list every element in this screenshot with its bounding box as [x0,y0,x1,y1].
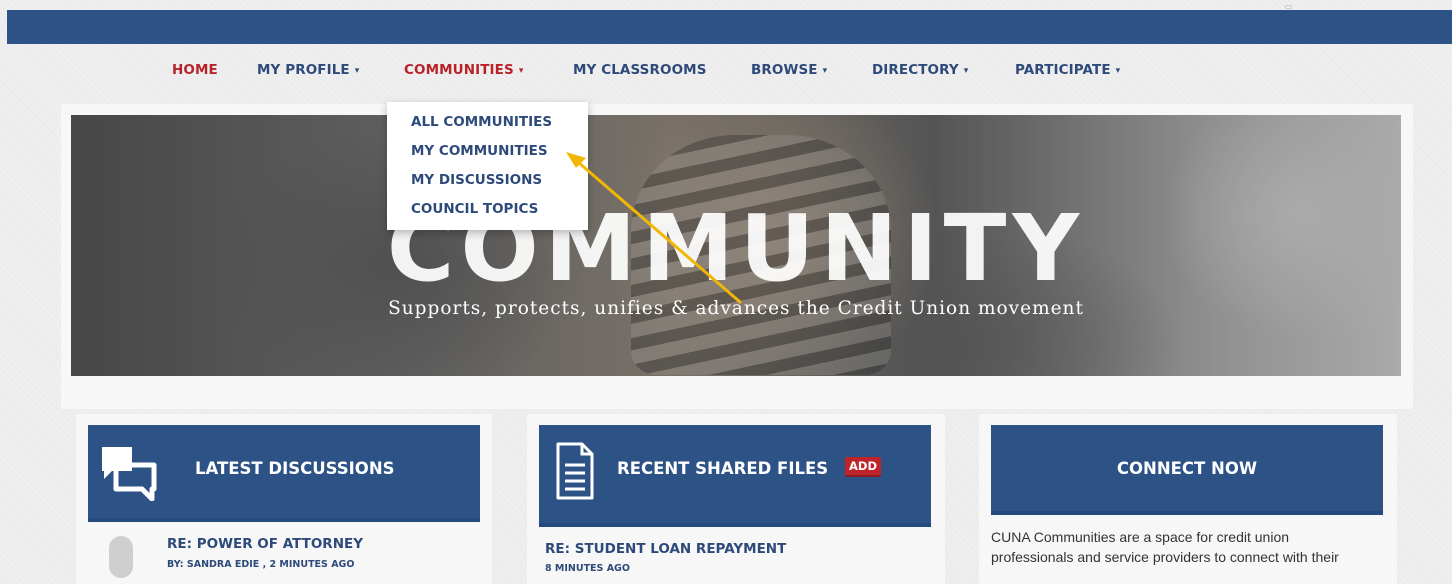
hero-subtitle: Supports, protects, unifies & advances t… [388,298,1084,319]
nav-participate[interactable]: PARTICIPATE ▾ [1015,62,1120,78]
chevron-down-icon: ▾ [963,66,969,76]
recent-files-title: RECENT SHARED FILES [617,459,829,478]
connect-now-title: CONNECT NOW [1116,459,1258,478]
menu-item-all-communities[interactable]: ALL COMMUNITIES [411,114,552,130]
nav-my-profile[interactable]: MY PROFILE ▾ [257,62,359,78]
nav-communities[interactable]: COMMUNITIES ▾ [404,62,523,78]
latest-discussions-card: LATEST DISCUSSIONS RE: POWER OF ATTORNEY… [76,414,492,584]
nav-home-label: HOME [172,62,218,78]
nav-participate-label: PARTICIPATE [1015,62,1111,78]
nav-communities-label: COMMUNITIES [404,62,514,78]
connect-now-description: CUNA Communities are a space for credit … [991,527,1391,567]
nav-home[interactable]: HOME [172,62,218,78]
avatar [109,536,133,578]
menu-item-my-discussions[interactable]: MY DISCUSSIONS [411,172,542,188]
logo-icon: ▭ [1285,2,1293,11]
connect-text-line: CUNA Communities are a space for credit … [991,529,1290,545]
file-title-link[interactable]: RE: STUDENT LOAN REPAYMENT [545,541,786,557]
file-meta: 8 MINUTES AGO [545,563,630,574]
connect-now-card: CONNECT NOW CUNA Communities are a space… [979,414,1397,584]
nav-browse-label: BROWSE [751,62,818,78]
connect-now-header: CONNECT NOW [991,425,1383,515]
chevron-down-icon: ▾ [822,66,828,76]
discussion-title-link[interactable]: RE: POWER OF ATTORNEY [167,536,363,552]
hero-title: COMMUNITY [386,195,1086,302]
main-nav: HOME MY PROFILE ▾ COMMUNITIES ▾ MY CLASSRO… [0,62,1452,86]
add-file-button[interactable]: ADD [845,457,881,477]
chevron-down-icon: ▾ [354,66,360,76]
menu-item-my-communities[interactable]: MY COMMUNITIES [411,143,548,159]
latest-discussions-header: LATEST DISCUSSIONS [88,425,480,522]
chat-bubbles-icon [102,447,157,501]
communities-dropdown-menu: ALL COMMUNITIES MY COMMUNITIES MY DISCUS… [387,102,588,230]
nav-my-profile-label: MY PROFILE [257,62,350,78]
latest-discussions-title: LATEST DISCUSSIONS [195,459,395,478]
menu-item-council-topics[interactable]: COUNCIL TOPICS [411,201,538,217]
connect-text-line: professionals and service providers to c… [991,549,1339,565]
chevron-down-icon: ▾ [1115,66,1121,76]
hero-banner: COMMUNITY Supports, protects, unifies & … [71,115,1401,376]
recent-files-card: RECENT SHARED FILES ADD RE: STUDENT LOAN… [527,414,945,584]
recent-files-header: RECENT SHARED FILES ADD [539,425,931,527]
nav-my-classrooms[interactable]: MY CLASSROOMS [573,62,707,78]
document-icon [556,442,594,500]
top-banner: ▭ [7,2,1452,44]
nav-my-classrooms-label: MY CLASSROOMS [573,62,707,78]
nav-directory-label: DIRECTORY [872,62,959,78]
nav-directory[interactable]: DIRECTORY ▾ [872,62,968,78]
discussion-meta: BY: SANDRA EDIE , 2 MINUTES AGO [167,559,355,570]
chevron-down-icon: ▾ [518,66,524,76]
nav-browse[interactable]: BROWSE ▾ [751,62,827,78]
